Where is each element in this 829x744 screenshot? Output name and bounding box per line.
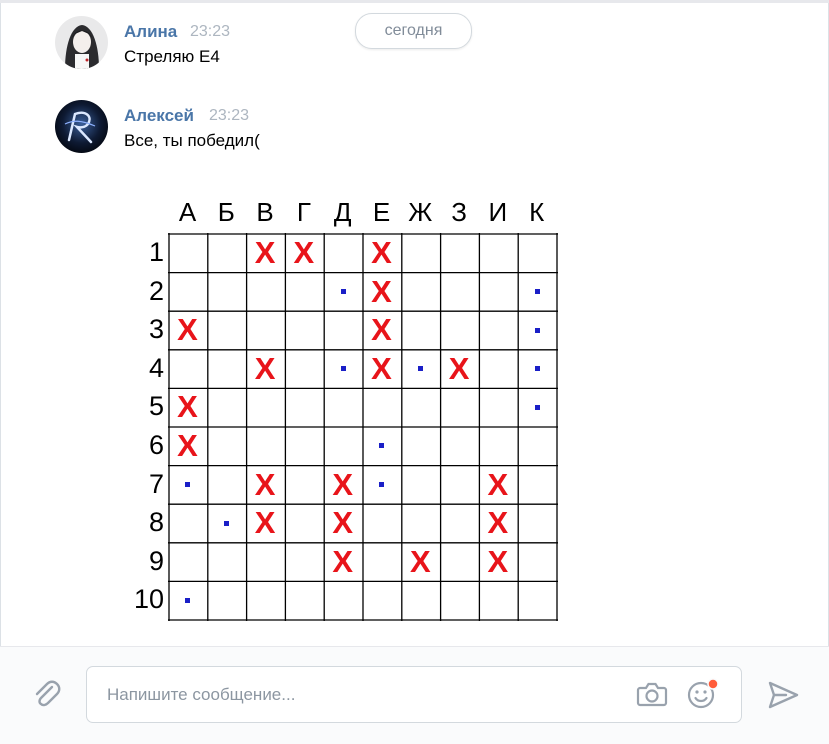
hit-mark: X <box>254 350 276 386</box>
paperclip-icon[interactable] <box>30 678 62 710</box>
message-text: Все, ты победил( <box>124 131 260 150</box>
row-label: 6 <box>148 430 164 460</box>
hit-mark: X <box>371 235 392 270</box>
miss-mark <box>534 327 540 333</box>
send-icon[interactable] <box>766 679 800 711</box>
row-label: 2 <box>148 275 164 306</box>
message-text: Стреляю Е4 <box>124 47 220 66</box>
hit-mark: X <box>371 273 392 309</box>
hit-mark: X <box>487 466 509 502</box>
avatar-alina[interactable] <box>55 16 108 69</box>
emoji-icon[interactable] <box>686 678 720 710</box>
row-label: 3 <box>148 314 164 345</box>
hit-mark: X <box>487 543 509 579</box>
miss-mark <box>224 520 230 526</box>
hit-mark: X <box>332 543 354 579</box>
hit-mark: X <box>332 466 354 502</box>
column-label: К <box>529 197 545 227</box>
top-divider <box>0 0 829 3</box>
hit-mark: X <box>254 466 276 502</box>
miss-mark <box>340 288 346 294</box>
column-label: В <box>256 197 274 227</box>
hit-mark: X <box>293 235 315 270</box>
hit-mark: X <box>332 505 354 541</box>
column-label: Б <box>217 197 235 227</box>
hit-mark: X <box>409 543 431 579</box>
row-label: 8 <box>148 507 164 538</box>
column-label: Г <box>296 197 311 227</box>
row-label: 1 <box>148 237 164 267</box>
message-time[interactable]: 23:23 <box>209 107 249 125</box>
hit-mark: X <box>254 505 276 541</box>
hit-mark: X <box>487 505 509 541</box>
avatar-aleksey[interactable] <box>55 100 108 153</box>
miss-mark <box>379 443 385 449</box>
date-divider: сегодня <box>355 13 472 49</box>
column-label: З <box>451 197 467 227</box>
camera-icon[interactable] <box>636 680 668 708</box>
message-author[interactable]: Алексей <box>124 106 194 126</box>
miss-mark <box>185 597 191 603</box>
miss-mark <box>379 481 385 487</box>
column-label: Е <box>372 197 391 227</box>
hit-mark: X <box>177 312 198 348</box>
column-label: И <box>488 197 508 227</box>
hit-mark: X <box>371 312 392 348</box>
hit-mark: X <box>448 350 470 386</box>
hit-mark: X <box>254 235 276 270</box>
row-label: 5 <box>148 391 164 422</box>
row-label: 4 <box>148 352 164 383</box>
miss-mark <box>340 366 346 372</box>
row-label: 7 <box>148 468 164 499</box>
message-author[interactable]: Алина <box>124 22 177 42</box>
miss-mark <box>534 366 540 372</box>
message-input[interactable] <box>105 667 629 722</box>
column-label: А <box>178 197 197 227</box>
miss-mark <box>185 481 191 487</box>
column-label: Д <box>333 197 352 227</box>
hit-mark: X <box>177 428 198 463</box>
message-time[interactable]: 23:23 <box>190 23 230 41</box>
hit-mark: X <box>371 350 392 386</box>
miss-mark <box>418 366 424 372</box>
miss-mark <box>534 288 540 294</box>
row-label: 10 <box>133 584 164 615</box>
row-label: 9 <box>148 545 164 576</box>
miss-mark <box>534 404 540 410</box>
hit-mark: X <box>177 389 198 425</box>
column-label: Ж <box>408 197 433 227</box>
